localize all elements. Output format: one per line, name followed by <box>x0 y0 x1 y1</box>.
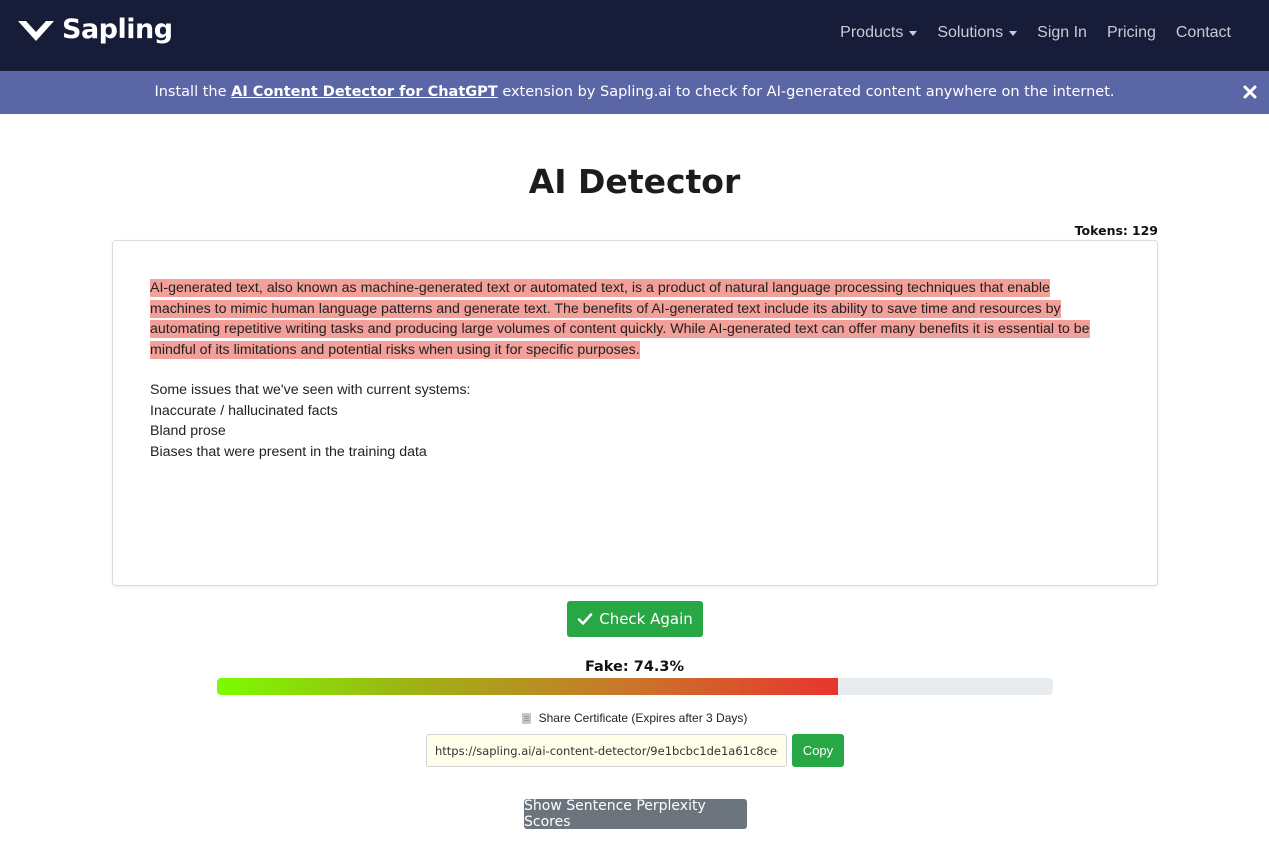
top-navbar: Sapling Products Solutions Sign In Prici… <box>0 0 1269 71</box>
nav-products[interactable]: Products <box>830 24 927 42</box>
sapling-logo-icon <box>18 20 54 41</box>
nav-solutions[interactable]: Solutions <box>927 24 1027 42</box>
tokens-label: Tokens: <box>1074 223 1128 238</box>
share-certificate: Share Certificate (Expires after 3 Days) <box>0 711 1269 725</box>
certificate-url-input[interactable] <box>426 734 787 767</box>
banner-extension-link[interactable]: AI Content Detector for ChatGPT <box>231 84 498 100</box>
show-perplexity-button[interactable]: Show Sentence Perplexity Scores <box>524 798 747 830</box>
nav-contact[interactable]: Contact <box>1166 24 1241 42</box>
document-icon <box>521 712 531 724</box>
fake-score-bar-fill <box>217 678 839 695</box>
nav-sign-in-label: Sign In <box>1037 24 1087 41</box>
fake-score-bar <box>217 678 1053 695</box>
caret-down-icon <box>1009 30 1018 36</box>
close-icon[interactable] <box>1242 84 1258 100</box>
token-count: Tokens: 129 <box>1075 223 1158 238</box>
banner-prefix: Install the <box>154 84 227 100</box>
page-title: AI Detector <box>528 162 741 201</box>
tokens-value: 129 <box>1131 223 1158 238</box>
editor-line: Some issues that we've seen with current… <box>150 382 471 398</box>
brand-name: Sapling <box>62 14 173 45</box>
nav-sign-in[interactable]: Sign In <box>1027 24 1097 42</box>
sapling-logo[interactable]: Sapling <box>16 14 173 45</box>
check-again-button[interactable]: Check Again <box>567 601 703 637</box>
banner-text: Install the AI Content Detector for Chat… <box>0 84 1269 100</box>
banner-suffix: extension by Sapling.ai to check for AI-… <box>502 84 1115 100</box>
editor-line: Inaccurate / hallucinated facts <box>150 402 338 419</box>
checkmark-icon <box>577 613 593 625</box>
highlighted-ai-text: AI-generated text, also known as machine… <box>150 279 1090 359</box>
copy-button[interactable]: Copy <box>792 734 844 767</box>
nav-contact-label: Contact <box>1175 24 1231 41</box>
fake-score-label: Fake: 74.3% <box>584 659 685 675</box>
share-certificate-label: Share Certificate (Expires after 3 Days) <box>538 711 748 725</box>
editor-content[interactable]: AI-generated text, also known as machine… <box>150 278 1110 462</box>
nav-products-label: Products <box>840 24 904 41</box>
caret-down-icon <box>909 30 918 36</box>
nav-pricing[interactable]: Pricing <box>1097 24 1166 42</box>
nav-menu: Products Solutions Sign In Pricing Conta… <box>830 24 1241 42</box>
text-editor[interactable]: AI-generated text, also known as machine… <box>112 240 1158 586</box>
extension-banner: Install the AI Content Detector for Chat… <box>0 71 1269 114</box>
editor-line: Biases that were present in the training… <box>150 443 427 460</box>
nav-pricing-label: Pricing <box>1106 24 1156 41</box>
nav-solutions-label: Solutions <box>937 24 1004 41</box>
editor-line: Bland prose <box>150 423 226 439</box>
check-again-label: Check Again <box>599 610 693 628</box>
